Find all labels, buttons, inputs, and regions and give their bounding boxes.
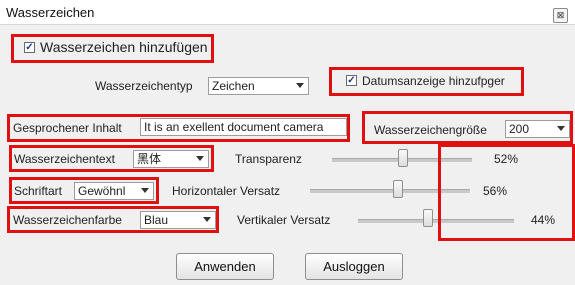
vertical-offset-label: Vertikaler Versatz — [237, 213, 331, 227]
chevron-down-icon — [203, 217, 211, 222]
watermark-text-value: 黑体 — [137, 152, 162, 166]
watermark-type-label: Wasserzeichentyp — [95, 79, 193, 93]
apply-button[interactable]: Anwenden — [176, 253, 274, 280]
chevron-down-icon — [196, 156, 204, 161]
window-title: Wasserzeichen — [6, 5, 95, 20]
spoken-content-input[interactable]: It is an exellent document camera — [140, 118, 347, 136]
font-style-select[interactable]: Gewöhnl — [74, 182, 154, 200]
highlight-percent-values — [438, 144, 575, 241]
watermark-color-select[interactable]: Blau — [140, 211, 216, 229]
title-bar: Wasserzeichen ⊠ — [0, 0, 575, 24]
watermark-size-value: 200 — [509, 122, 530, 136]
checkmark-icon: ✓ — [25, 42, 34, 53]
date-display-label: Datumsanzeige hinzufpger — [362, 74, 505, 88]
logout-button[interactable]: Ausloggen — [305, 253, 403, 280]
font-style-label: Schriftart — [14, 184, 63, 198]
spoken-content-value: It is an exellent document camera — [144, 120, 324, 134]
watermark-size-select[interactable]: 200 — [505, 120, 570, 138]
spoken-content-label: Gesprochener Inhalt — [13, 121, 122, 135]
horizontal-offset-label: Horizontaler Versatz — [172, 184, 281, 198]
chevron-down-icon — [557, 126, 565, 131]
add-watermark-label: Wasserzeichen hinzufügen — [40, 39, 208, 55]
chevron-down-icon — [141, 188, 149, 193]
close-icon[interactable]: ⊠ — [553, 8, 568, 23]
watermark-size-label: Wasserzeichengröße — [374, 123, 487, 137]
watermark-text-select[interactable]: 黑体 — [133, 150, 209, 168]
font-style-value: Gewöhnl — [78, 184, 126, 198]
watermark-color-value: Blau — [144, 213, 169, 227]
watermark-type-value: Zeichen — [212, 79, 255, 93]
date-display-checkbox[interactable]: ✓ — [346, 75, 357, 86]
add-watermark-checkbox[interactable]: ✓ — [24, 42, 35, 53]
horizontal-offset-slider-thumb[interactable] — [393, 180, 403, 198]
watermark-color-label: Wasserzeichenfarbe — [13, 213, 122, 227]
transparency-slider-thumb[interactable] — [398, 149, 408, 167]
transparency-label: Transparenz — [235, 152, 302, 166]
watermark-type-select[interactable]: Zeichen — [208, 77, 309, 95]
watermark-text-label: Wasserzeichentext — [14, 152, 115, 166]
chevron-down-icon — [296, 83, 304, 88]
vertical-offset-slider-thumb[interactable] — [423, 209, 433, 227]
checkmark-icon: ✓ — [347, 75, 356, 86]
